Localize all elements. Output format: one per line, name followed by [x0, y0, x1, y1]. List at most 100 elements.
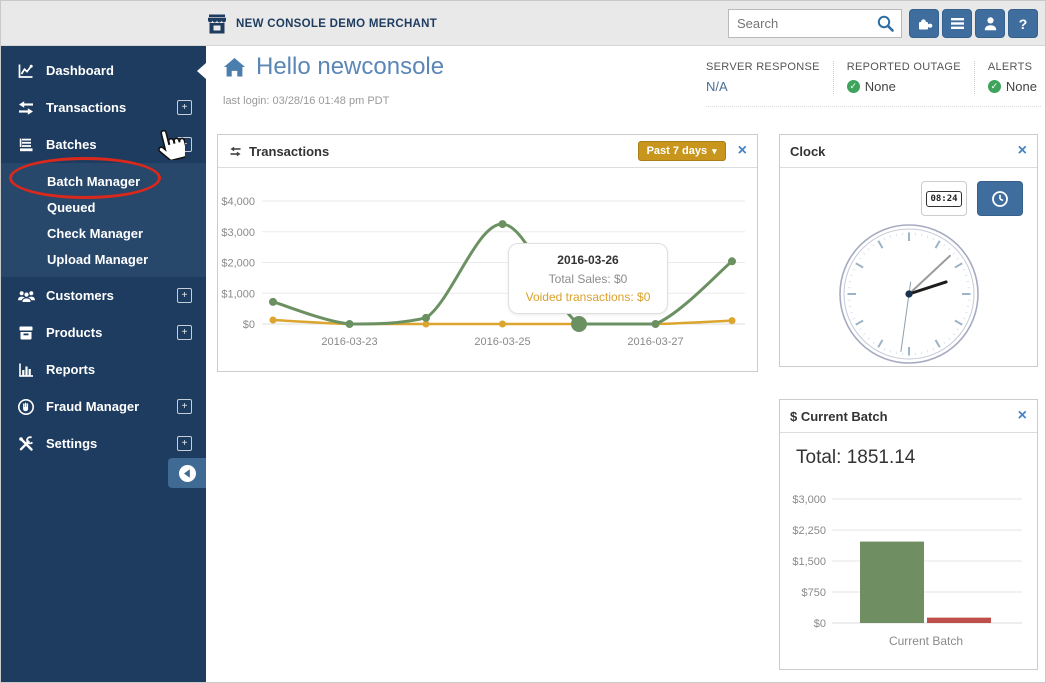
svg-text:2016-03-23: 2016-03-23 [321, 336, 377, 348]
arrow-left-circle-icon [178, 464, 197, 483]
swap-arrows-icon [228, 145, 243, 158]
status-server-response: SERVER RESPONSE N/A [706, 61, 833, 94]
help-button[interactable]: ? [1008, 9, 1038, 38]
status-label: REPORTED OUTAGE [847, 61, 961, 73]
batches-submenu: Batch Manager Queued Check Manager Uploa… [1, 163, 206, 277]
clock-panel-header: Clock [780, 135, 1037, 168]
active-item-arrow [197, 63, 206, 79]
status-label: SERVER RESPONSE [706, 61, 820, 73]
sidebar-item-label: Reports [46, 362, 95, 377]
expand-icon[interactable] [177, 399, 192, 414]
chart-tooltip: 2016-03-26 Total Sales: $0 Voided transa… [508, 243, 668, 314]
merchant-brand: NEW CONSOLE DEMO MERCHANT [206, 1, 437, 46]
subnav-label: Upload Manager [47, 252, 148, 267]
sidebar-item-label: Fraud Manager [46, 399, 139, 414]
close-icon[interactable] [1018, 143, 1027, 159]
transactions-line-chart[interactable]: $0$1,000$2,000$3,000$4,0002016-03-232016… [218, 168, 757, 371]
close-icon[interactable] [1018, 408, 1027, 424]
svg-text:$750: $750 [802, 587, 826, 599]
tooltip-voided: Voided transactions: $0 [515, 290, 661, 304]
svg-text:$2,000: $2,000 [221, 258, 255, 270]
puzzle-piece-icon [916, 15, 933, 32]
svg-text:2016-03-25: 2016-03-25 [474, 336, 530, 348]
svg-text:$3,000: $3,000 [221, 227, 255, 239]
panel-title: Clock [790, 144, 825, 159]
batch-total: Total: 1851.14 [780, 433, 1037, 471]
greeting-text: Hello newconsole [256, 53, 444, 81]
date-range-dropdown[interactable]: Past 7 days [638, 141, 726, 161]
swap-arrows-icon [15, 99, 37, 117]
sidebar-item-customers[interactable]: Customers [1, 277, 206, 314]
svg-text:$0: $0 [814, 618, 826, 630]
tools-icon [15, 435, 37, 453]
expand-icon[interactable] [177, 100, 192, 115]
svg-text:$1,000: $1,000 [221, 288, 255, 300]
sidebar-item-label: Transactions [46, 100, 126, 115]
menu-button[interactable] [942, 9, 972, 38]
sidebar-item-label: Customers [46, 288, 114, 303]
last-login: last login: 03/28/16 01:48 pm PDT [223, 95, 389, 107]
sidebar-item-label: Dashboard [46, 63, 114, 78]
status-value: N/A [706, 79, 820, 94]
sidebar-item-transactions[interactable]: Transactions [1, 89, 206, 126]
transactions-panel: Transactions Past 7 days $0$1,000$2,000$… [217, 134, 758, 372]
storefront-icon [206, 14, 228, 34]
search-icon[interactable] [876, 14, 895, 33]
people-icon [15, 287, 37, 305]
current-batch-bar-chart[interactable]: $0$750$1,500$2,250$3,000Current Batch [780, 471, 1037, 653]
sidebar-item-dashboard[interactable]: Dashboard [1, 52, 206, 89]
sidebar-item-queued[interactable]: Queued [1, 194, 206, 220]
apps-button[interactable] [909, 9, 939, 38]
sidebar-item-fraud-manager[interactable]: Fraud Manager [1, 388, 206, 425]
subnav-label: Check Manager [47, 226, 143, 241]
status-reported-outage: REPORTED OUTAGE None [833, 61, 974, 94]
check-circle-icon [988, 80, 1001, 93]
clock-panel: Clock 08:24 [779, 134, 1038, 367]
stop-hand-icon [15, 398, 37, 416]
status-alerts: ALERTS None [974, 61, 1046, 94]
digital-clock-button[interactable]: 08:24 [921, 181, 967, 216]
analog-clock-face [835, 220, 983, 368]
current-batch-panel-header: $ Current Batch [780, 400, 1037, 433]
sidebar-item-batch-manager[interactable]: Batch Manager [1, 168, 206, 194]
close-icon[interactable] [738, 143, 747, 159]
top-bar: NEW CONSOLE DEMO MERCHANT [1, 1, 1045, 46]
status-bar: SERVER RESPONSE N/A REPORTED OUTAGE None… [706, 61, 1041, 107]
sidebar-item-label: Batches [46, 137, 97, 152]
clock-icon [991, 190, 1009, 208]
search-box [728, 9, 902, 38]
status-label: ALERTS [988, 61, 1037, 73]
home-icon [223, 57, 246, 78]
expand-icon[interactable] [177, 436, 192, 451]
expand-icon[interactable] [177, 325, 192, 340]
user-button[interactable] [975, 9, 1005, 38]
page-title: Hello newconsole [223, 53, 444, 81]
box-icon [15, 324, 37, 342]
panel-title: Transactions [249, 144, 329, 159]
sidebar-item-check-manager[interactable]: Check Manager [1, 220, 206, 246]
search-input[interactable] [729, 16, 876, 31]
svg-text:$4,000: $4,000 [221, 196, 255, 208]
question-mark-icon: ? [1019, 16, 1028, 32]
person-icon [982, 15, 999, 32]
sidebar-item-settings[interactable]: Settings [1, 425, 206, 462]
subnav-label: Batch Manager [47, 174, 140, 189]
analog-clock-button[interactable] [977, 181, 1023, 216]
sidebar: Dashboard Transactions [1, 46, 206, 682]
bar-chart-icon [15, 361, 37, 379]
svg-text:$1,500: $1,500 [792, 556, 826, 568]
sidebar-item-upload-manager[interactable]: Upload Manager [1, 246, 206, 272]
digital-time: 08:24 [926, 191, 961, 207]
check-circle-icon [847, 80, 860, 93]
tooltip-date: 2016-03-26 [515, 253, 661, 267]
sidebar-item-products[interactable]: Products [1, 314, 206, 351]
svg-text:Current Batch: Current Batch [889, 634, 963, 648]
sidebar-item-reports[interactable]: Reports [1, 351, 206, 388]
svg-text:2016-03-27: 2016-03-27 [627, 336, 683, 348]
svg-text:$3,000: $3,000 [792, 494, 826, 506]
sidebar-collapse-button[interactable] [168, 458, 206, 488]
expand-icon[interactable] [177, 288, 192, 303]
sidebar-item-label: Products [46, 325, 102, 340]
sidebar-item-label: Settings [46, 436, 97, 451]
hamburger-icon [949, 15, 966, 32]
